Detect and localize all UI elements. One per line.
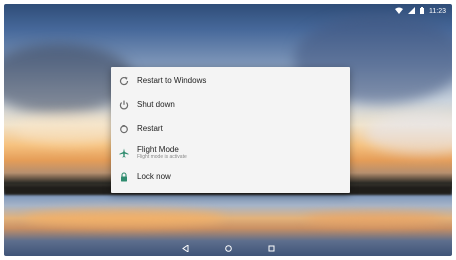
- back-icon[interactable]: [181, 243, 189, 254]
- menu-item-restart-to-windows[interactable]: Restart to Windows: [111, 69, 350, 93]
- lock-icon: [111, 172, 137, 182]
- home-icon[interactable]: [224, 244, 232, 254]
- wifi-icon: [395, 7, 403, 16]
- wallpaper-cloud: [364, 114, 452, 154]
- menu-item-subtitle: Flight mode is activate: [137, 153, 187, 160]
- wallpaper-cloud: [14, 114, 124, 144]
- signal-icon: [408, 6, 415, 16]
- menu-item-label: Restart to Windows: [137, 75, 207, 85]
- status-bar: 11:23: [4, 4, 452, 18]
- menu-item-text: Flight Mode Flight mode is activate: [137, 145, 187, 160]
- restart-windows-icon: [111, 76, 137, 86]
- power-menu: Restart to Windows Shut down Restart Fli…: [111, 67, 350, 193]
- wallpaper-reflection: [304, 212, 444, 226]
- wallpaper-reflection: [24, 209, 224, 227]
- power-icon: [111, 100, 137, 110]
- navigation-bar: [4, 242, 452, 256]
- battery-icon: [420, 6, 424, 16]
- status-time: 11:23: [429, 7, 446, 15]
- recents-icon[interactable]: [268, 245, 275, 254]
- menu-item-label: Shut down: [137, 99, 175, 109]
- airplane-icon: [111, 148, 137, 158]
- menu-item-lock-now[interactable]: Lock now: [111, 165, 350, 189]
- menu-item-flight-mode[interactable]: Flight Mode Flight mode is activate: [111, 141, 350, 165]
- menu-item-shut-down[interactable]: Shut down: [111, 93, 350, 117]
- menu-item-label: Restart: [137, 123, 163, 133]
- menu-item-label: Lock now: [137, 171, 171, 181]
- restart-icon: [111, 124, 137, 134]
- menu-item-restart[interactable]: Restart: [111, 117, 350, 141]
